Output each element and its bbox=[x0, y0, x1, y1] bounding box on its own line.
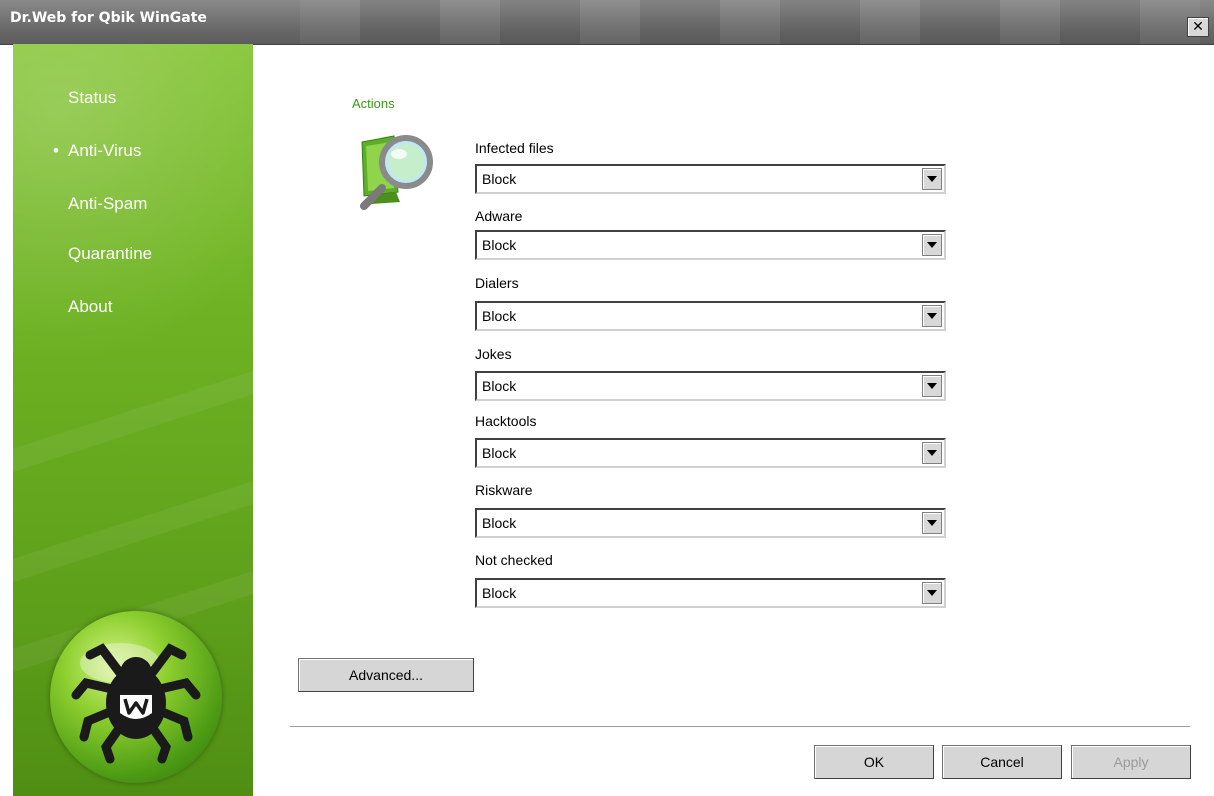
adware-select[interactable]: Block bbox=[475, 230, 946, 260]
dropdown-arrow-icon[interactable] bbox=[922, 375, 942, 397]
sidebar-item-label: Anti-Spam bbox=[68, 194, 148, 213]
select-value: Block bbox=[482, 515, 517, 531]
dialers-select[interactable]: Block bbox=[475, 301, 946, 331]
footer-separator bbox=[290, 726, 1190, 728]
sidebar: Status • Anti-Virus Anti-Spam Quarantine… bbox=[13, 44, 253, 796]
select-value: Block bbox=[482, 445, 517, 461]
cancel-button-label: Cancel bbox=[980, 754, 1024, 770]
field-label-not-checked: Not checked bbox=[475, 552, 553, 568]
select-value: Block bbox=[482, 237, 517, 253]
field-label-dialers: Dialers bbox=[475, 275, 519, 291]
sidebar-item-about[interactable]: About bbox=[68, 297, 112, 317]
riskware-select[interactable]: Block bbox=[475, 508, 946, 538]
close-button[interactable]: ✕ bbox=[1187, 17, 1209, 37]
dropdown-arrow-icon[interactable] bbox=[922, 512, 942, 534]
select-value: Block bbox=[482, 378, 517, 394]
jokes-select[interactable]: Block bbox=[475, 371, 946, 401]
hacktools-select[interactable]: Block bbox=[475, 438, 946, 468]
close-icon: ✕ bbox=[1192, 19, 1204, 35]
dropdown-arrow-icon[interactable] bbox=[922, 442, 942, 464]
sidebar-item-status[interactable]: Status bbox=[68, 88, 116, 108]
active-bullet: • bbox=[53, 141, 59, 160]
dropdown-arrow-icon[interactable] bbox=[922, 305, 942, 327]
sidebar-item-label: Status bbox=[68, 88, 117, 107]
sidebar-stripe bbox=[13, 458, 253, 592]
apply-button[interactable]: Apply bbox=[1071, 745, 1191, 779]
field-label-infected-files: Infected files bbox=[475, 140, 554, 156]
advanced-button[interactable]: Advanced... bbox=[298, 658, 474, 692]
sidebar-item-quarantine[interactable]: Quarantine bbox=[68, 244, 152, 264]
apply-button-label: Apply bbox=[1113, 754, 1149, 770]
section-title: Actions bbox=[352, 96, 395, 111]
title-bar: Dr.Web for Qbik WinGate ✕ bbox=[0, 0, 1214, 45]
sidebar-item-anti-virus[interactable]: • Anti-Virus bbox=[53, 141, 142, 161]
select-value: Block bbox=[482, 308, 517, 324]
sidebar-item-label: Anti-Virus bbox=[68, 141, 142, 160]
select-value: Block bbox=[482, 585, 517, 601]
window-title: Dr.Web for Qbik WinGate bbox=[10, 10, 207, 26]
sidebar-item-label: Quarantine bbox=[68, 244, 153, 263]
infected-files-select[interactable]: Block bbox=[475, 164, 946, 194]
field-label-jokes: Jokes bbox=[475, 346, 512, 362]
advanced-button-label: Advanced... bbox=[349, 667, 423, 683]
dropdown-arrow-icon[interactable] bbox=[922, 168, 942, 190]
select-value: Block bbox=[482, 171, 517, 187]
not-checked-select[interactable]: Block bbox=[475, 578, 946, 608]
sidebar-shine bbox=[13, 44, 253, 404]
title-bar-band bbox=[300, 0, 1200, 44]
field-label-adware: Adware bbox=[475, 208, 523, 224]
cancel-button[interactable]: Cancel bbox=[942, 745, 1062, 779]
sidebar-item-label: About bbox=[68, 297, 113, 316]
drweb-spider-logo-icon bbox=[50, 611, 222, 783]
sidebar-item-anti-spam[interactable]: Anti-Spam bbox=[68, 194, 147, 214]
dropdown-arrow-icon[interactable] bbox=[922, 582, 942, 604]
ok-button[interactable]: OK bbox=[814, 745, 934, 779]
field-label-hacktools: Hacktools bbox=[475, 413, 537, 429]
ok-button-label: OK bbox=[863, 754, 885, 770]
dropdown-arrow-icon[interactable] bbox=[922, 234, 942, 256]
field-label-riskware: Riskware bbox=[475, 482, 533, 498]
scan-magnifier-icon bbox=[356, 130, 440, 215]
